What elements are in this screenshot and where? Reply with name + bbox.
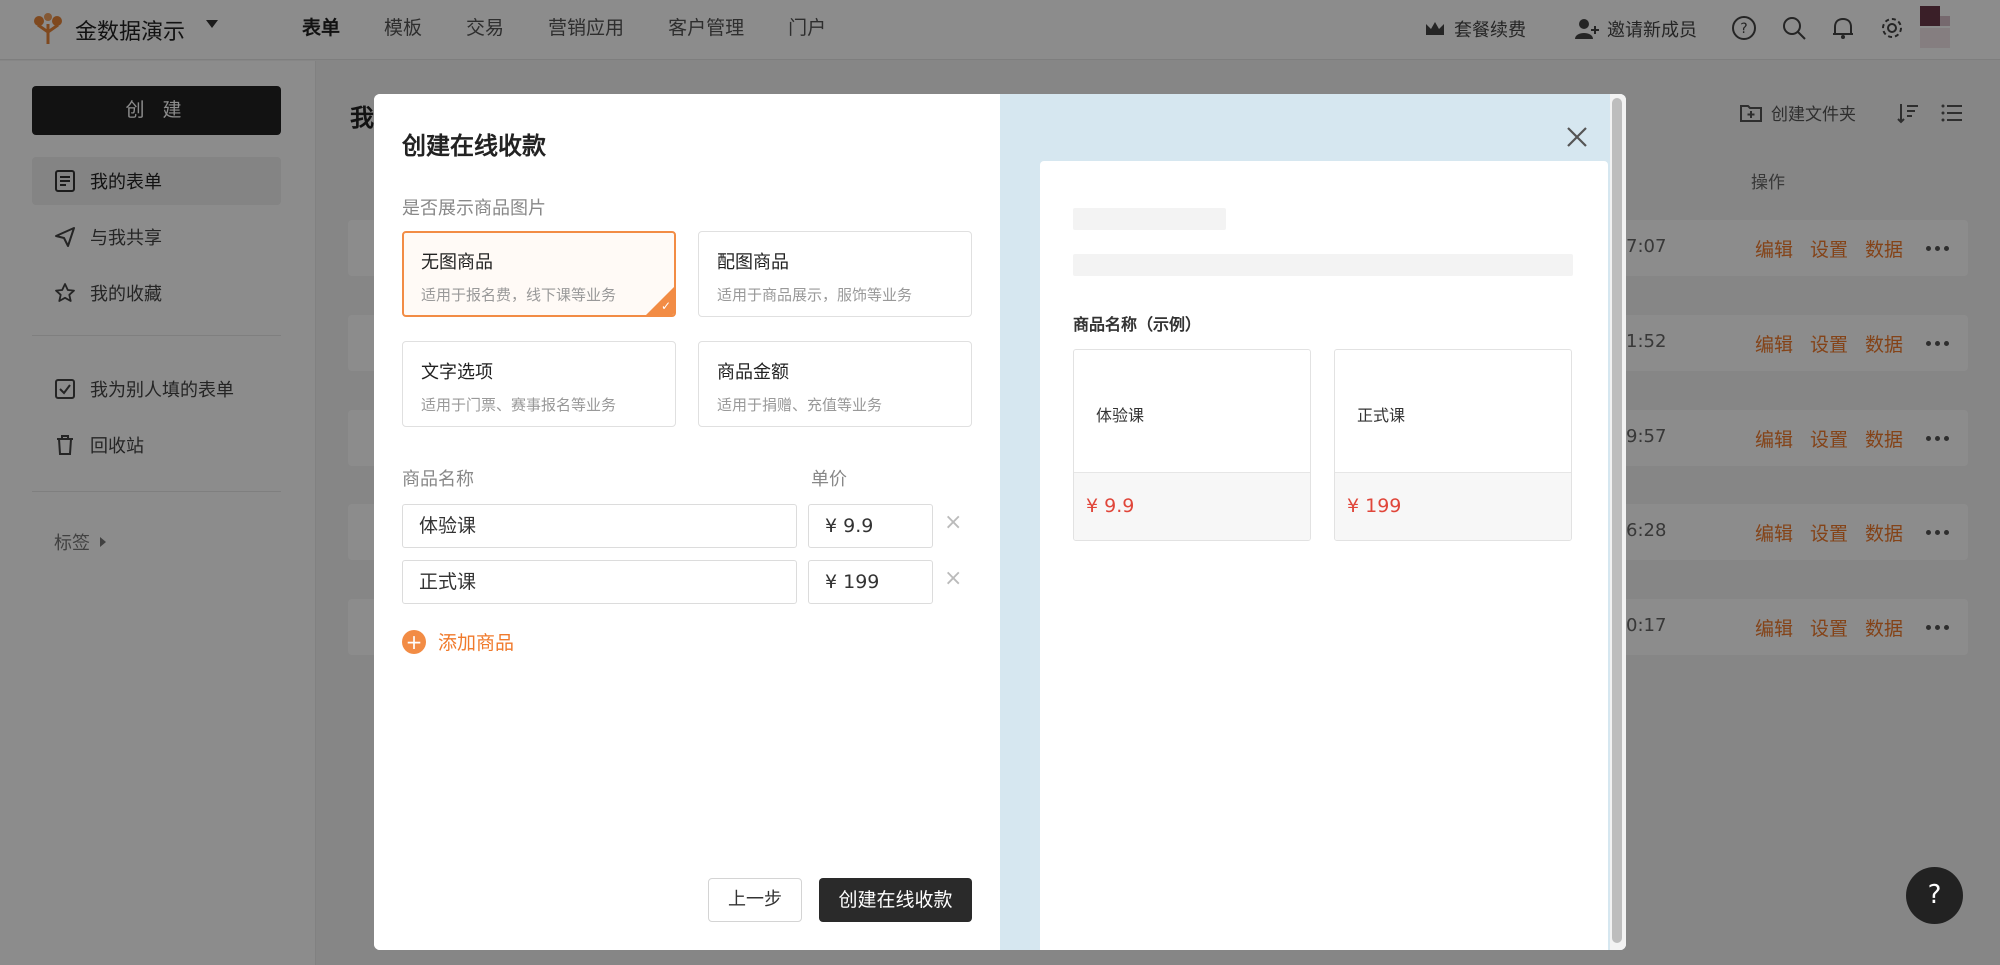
option-desc: 适用于捐赠、充值等业务 [717,396,883,414]
preview-card-footer: ¥ 199 [1335,472,1571,540]
option-desc: 适用于商品展示，服饰等业务 [717,286,913,304]
dialog-title: 创建在线收款 [402,132,546,160]
option-title: 无图商品 [421,252,493,273]
option-no-image[interactable]: 无图商品 适用于报名费，线下课等业务 ✓ [402,231,676,317]
product-name-input[interactable]: 正式课 [402,560,797,604]
section-label: 是否展示商品图片 [402,198,546,219]
preview-product-price: ¥ 9.9 [1086,495,1135,517]
option-title: 商品金额 [717,362,789,383]
add-product-label: 添加商品 [438,632,515,654]
option-desc: 适用于报名费，线下课等业务 [421,286,617,304]
option-text[interactable]: 文字选项 适用于门票、赛事报名等业务 [402,341,676,427]
product-price-input[interactable]: ¥ 199 [808,560,933,604]
option-title: 文字选项 [421,362,493,383]
preview-product-card: 体验课 ¥ 9.9 [1073,349,1311,541]
check-icon: ✓ [660,299,671,313]
help-float-button[interactable]: ? [1906,867,1963,924]
dialog-form-panel: 创建在线收款 是否展示商品图片 无图商品 适用于报名费，线下课等业务 ✓ 配图商… [374,94,1000,950]
placeholder-bar [1073,254,1573,276]
option-amount[interactable]: 商品金额 适用于捐赠、充值等业务 [698,341,972,427]
product-price-input[interactable]: ¥ 9.9 [808,504,933,548]
placeholder-bar [1073,208,1226,230]
product-name-header: 商品名称 [402,469,474,490]
preview-product-price: ¥ 199 [1347,495,1402,517]
add-product-button[interactable]: + 添加商品 [402,628,514,655]
plus-circle-icon: + [402,629,426,654]
remove-product-icon[interactable]: × [944,566,962,591]
previous-step-button[interactable]: 上一步 [708,878,802,922]
scrollbar-thumb[interactable] [1612,98,1622,943]
create-payment-button[interactable]: 创建在线收款 [819,878,972,922]
option-title: 配图商品 [717,252,789,273]
close-icon[interactable] [1564,124,1590,150]
option-with-image[interactable]: 配图商品 适用于商品展示，服饰等业务 [698,231,972,317]
remove-product-icon[interactable]: × [944,510,962,535]
product-name-input[interactable]: 体验课 [402,504,797,548]
create-payment-dialog: 创建在线收款 是否展示商品图片 无图商品 适用于报名费，线下课等业务 ✓ 配图商… [374,94,1626,950]
preview-product-name: 体验课 [1096,406,1145,425]
preview-product-name: 正式课 [1357,406,1406,425]
preview-product-card: 正式课 ¥ 199 [1334,349,1572,541]
option-desc: 适用于门票、赛事报名等业务 [421,396,617,414]
preview-card-footer: ¥ 9.9 [1074,472,1310,540]
preview-panel: 商品名称（示例） 体验课 ¥ 9.9 正式课 ¥ 199 [1000,94,1626,950]
preview-field-label: 商品名称（示例） [1073,315,1202,334]
unit-price-header: 单价 [811,469,847,490]
preview-card: 商品名称（示例） 体验课 ¥ 9.9 正式课 ¥ 199 [1040,161,1608,950]
